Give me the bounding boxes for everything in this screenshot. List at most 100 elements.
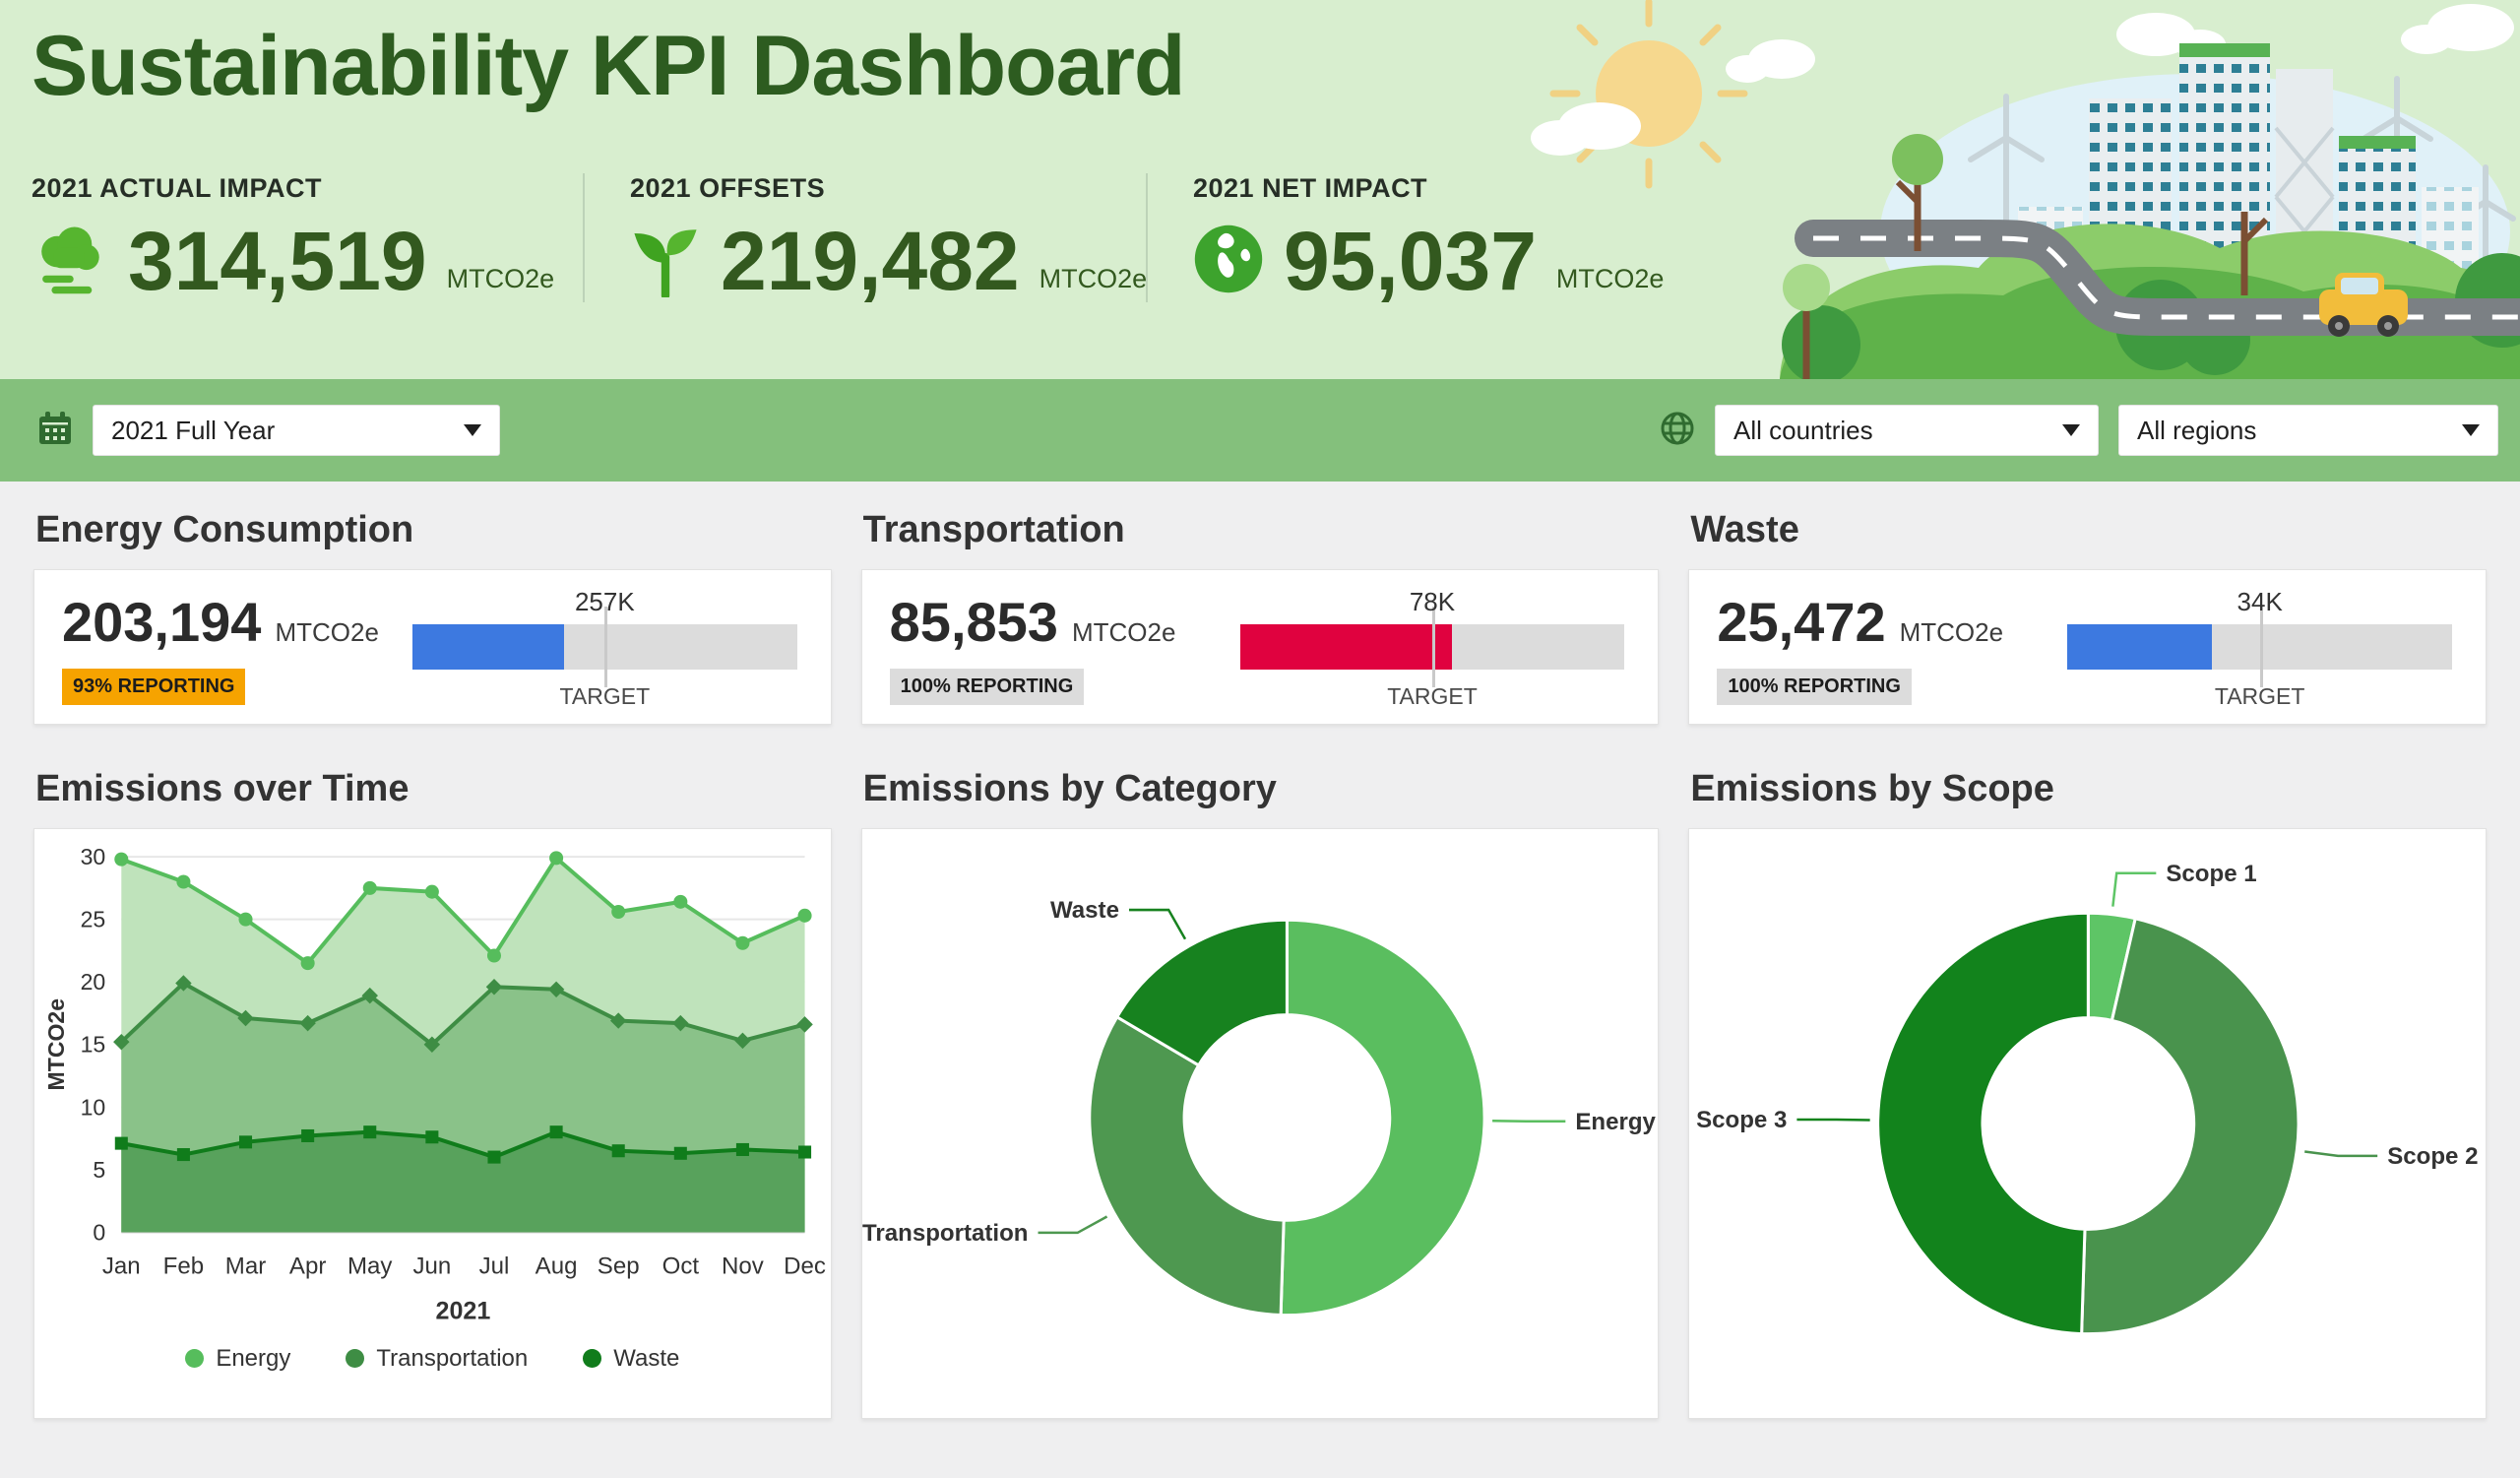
bullet-track[interactable]: 257K TARGET — [412, 624, 797, 670]
emissions-by-scope-chart[interactable]: Scope 1Scope 2Scope 3 — [1689, 829, 2486, 1419]
svg-text:MTCO2e: MTCO2e — [43, 998, 69, 1091]
legend-dot — [185, 1349, 204, 1368]
legend-label: Energy — [216, 1345, 290, 1373]
svg-text:20: 20 — [81, 969, 106, 995]
section-waste: Waste 25,472 MTCO2e 100% REPORTING — [1688, 509, 2487, 725]
country-select-value: All countries — [1733, 416, 1873, 446]
sprout-icon — [630, 221, 701, 302]
svg-text:Apr: Apr — [289, 1253, 326, 1279]
kpi-value: 95,037 — [1284, 220, 1537, 302]
dashboard-page: Sustainability KPI Dashboard 2021 ACTUAL… — [0, 0, 2520, 1478]
kpi-label: 2021 ACTUAL IMPACT — [32, 173, 583, 204]
section-title: Emissions over Time — [35, 768, 832, 810]
target-tick — [604, 607, 607, 687]
emissions-by-category-chart[interactable]: EnergyTransportationWaste — [862, 829, 1659, 1419]
legend-dot — [583, 1349, 601, 1368]
emissions-by-category-card: EnergyTransportationWaste — [861, 828, 1660, 1419]
section-emissions-by-category: Emissions by Category EnergyTransportati… — [861, 768, 1660, 1419]
section-title: Transportation — [863, 509, 1660, 551]
svg-text:Sep: Sep — [598, 1253, 640, 1279]
svg-text:May: May — [347, 1253, 392, 1279]
kpi-cards-row: Energy Consumption 203,194 MTCO2e 93% RE… — [33, 509, 2487, 725]
chart-legend: Energy Transportation Waste — [34, 1345, 831, 1373]
card-unit: MTCO2e — [1900, 617, 2003, 648]
svg-text:Aug: Aug — [536, 1253, 578, 1279]
legend-label: Transportation — [376, 1345, 528, 1373]
svg-text:Scope 3: Scope 3 — [1696, 1107, 1787, 1133]
kpi-unit: MTCO2e — [1556, 264, 1665, 294]
bullet-chart: 78K TARGET — [1240, 586, 1631, 708]
kpi-actual-impact: 2021 ACTUAL IMPACT 314,519 MTCO2e — [32, 173, 583, 302]
section-title: Emissions by Category — [863, 768, 1660, 810]
kpi-unit: MTCO2e — [447, 264, 555, 294]
svg-text:Nov: Nov — [722, 1253, 764, 1279]
emissions-over-time-card: 051015202530JanFebMarAprMayJunJulAugSepO… — [33, 828, 832, 1419]
kpi-label: 2021 NET IMPACT — [1193, 173, 1697, 204]
section-emissions-by-scope: Emissions by Scope Scope 1Scope 2Scope 3 — [1688, 768, 2487, 1419]
svg-text:Mar: Mar — [225, 1253, 266, 1279]
legend-item-transportation[interactable]: Transportation — [346, 1345, 528, 1373]
legend-dot — [346, 1349, 364, 1368]
svg-text:Energy: Energy — [1575, 1109, 1656, 1135]
card-value: 203,194 — [62, 590, 261, 654]
svg-text:30: 30 — [81, 844, 106, 869]
section-emissions-over-time: Emissions over Time 051015202530JanFebMa… — [33, 768, 832, 1419]
section-title: Emissions by Scope — [1690, 768, 2487, 810]
legend-item-energy[interactable]: Energy — [185, 1345, 290, 1373]
svg-text:10: 10 — [81, 1094, 106, 1120]
reporting-badge: 93% REPORTING — [62, 669, 245, 705]
target-caption: TARGET — [2215, 683, 2305, 710]
target-value-label: 34K — [2237, 587, 2283, 617]
section-energy-consumption: Energy Consumption 203,194 MTCO2e 93% RE… — [33, 509, 832, 725]
kpi-offsets: 2021 OFFSETS 219,482 MTCO2e — [583, 173, 1146, 302]
content: Energy Consumption 203,194 MTCO2e 93% RE… — [0, 482, 2520, 1419]
svg-text:Jan: Jan — [102, 1253, 141, 1279]
region-select[interactable]: All regions — [2118, 405, 2498, 456]
emissions-by-scope-card: Scope 1Scope 2Scope 3 — [1688, 828, 2487, 1419]
kpi-value: 219,482 — [721, 220, 1020, 302]
region-select-value: All regions — [2137, 416, 2256, 446]
country-select[interactable]: All countries — [1715, 405, 2099, 456]
svg-text:0: 0 — [93, 1219, 105, 1245]
card-unit: MTCO2e — [275, 617, 378, 648]
target-tick — [2260, 607, 2263, 687]
target-tick — [1432, 607, 1435, 687]
svg-text:Feb: Feb — [163, 1253, 204, 1279]
chevron-down-icon — [464, 424, 481, 436]
globe-filter-icon — [1660, 411, 1695, 451]
svg-text:Scope 2: Scope 2 — [2388, 1143, 2479, 1170]
chevron-down-icon — [2462, 424, 2480, 436]
chevron-down-icon — [2062, 424, 2080, 436]
tree-icon — [32, 221, 108, 302]
header-kpi-row: 2021 ACTUAL IMPACT 314,519 MTCO2e — [32, 173, 1697, 302]
svg-text:15: 15 — [81, 1032, 106, 1058]
globe-icon — [1193, 224, 1264, 299]
section-transportation: Transportation 85,853 MTCO2e 100% REPORT… — [861, 509, 1660, 725]
bullet-chart: 257K TARGET — [412, 586, 803, 708]
section-title: Waste — [1690, 509, 2487, 551]
transportation-kpi-card: 85,853 MTCO2e 100% REPORTING 78K TARGET — [861, 569, 1660, 725]
card-value: 25,472 — [1717, 590, 1885, 654]
reporting-badge: 100% REPORTING — [890, 669, 1085, 705]
calendar-icon — [37, 411, 73, 451]
target-value-label: 78K — [1410, 587, 1455, 617]
page-title: Sustainability KPI Dashboard — [32, 18, 1184, 115]
kpi-value: 314,519 — [128, 220, 427, 302]
legend-label: Waste — [613, 1345, 679, 1373]
svg-text:2021: 2021 — [436, 1298, 491, 1325]
period-select[interactable]: 2021 Full Year — [93, 405, 500, 456]
svg-text:5: 5 — [93, 1157, 105, 1183]
kpi-unit: MTCO2e — [1040, 264, 1148, 294]
emissions-over-time-chart[interactable]: 051015202530JanFebMarAprMayJunJulAugSepO… — [34, 829, 831, 1343]
bullet-track[interactable]: 34K TARGET — [2067, 624, 2452, 670]
charts-row: Emissions over Time 051015202530JanFebMa… — [33, 768, 2487, 1419]
svg-text:Waste: Waste — [1050, 897, 1119, 924]
svg-text:Jun: Jun — [412, 1253, 451, 1279]
target-caption: TARGET — [560, 683, 651, 710]
bullet-track[interactable]: 78K TARGET — [1240, 624, 1625, 670]
header: Sustainability KPI Dashboard 2021 ACTUAL… — [0, 0, 2520, 379]
target-value-label: 257K — [575, 587, 635, 617]
svg-text:Oct: Oct — [662, 1253, 700, 1279]
legend-item-waste[interactable]: Waste — [583, 1345, 679, 1373]
bullet-fill — [412, 624, 564, 670]
